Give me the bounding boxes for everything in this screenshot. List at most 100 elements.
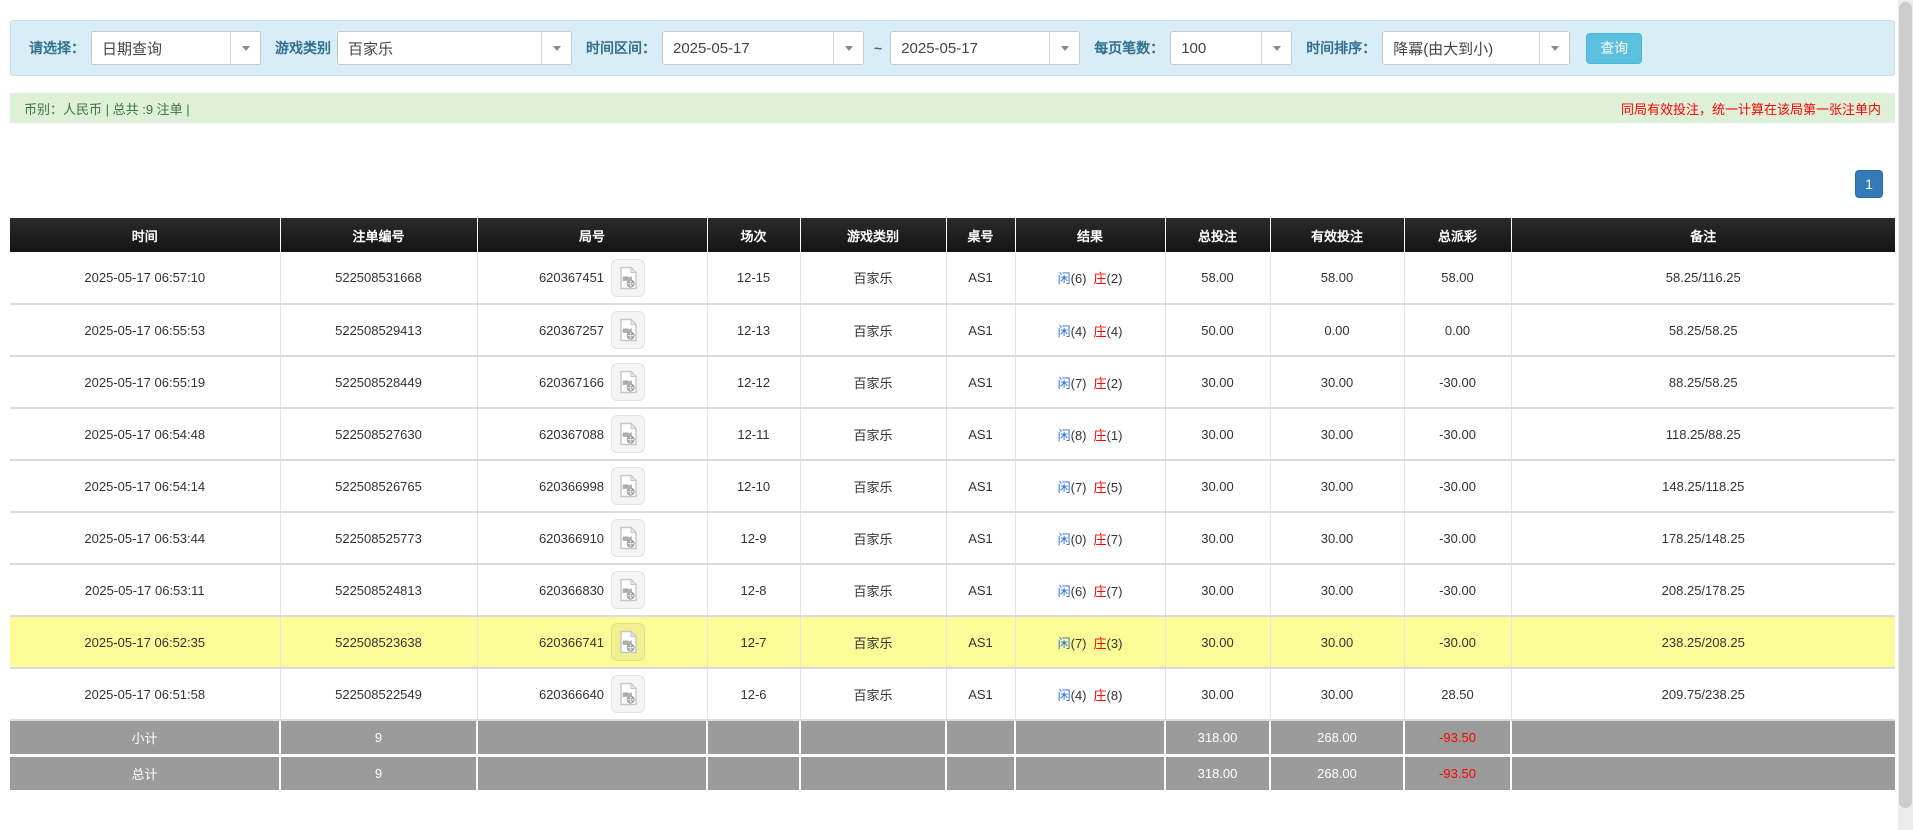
date-from-dropdown[interactable]: 2025-05-17 (662, 31, 864, 65)
note: 238.25/208.25 (1511, 616, 1895, 669)
pagination: 1 (1855, 170, 1883, 198)
banker-label: 庄 (1093, 323, 1107, 339)
banker-label: 庄 (1093, 427, 1107, 443)
video-file-icon (620, 474, 638, 498)
video-replay-button[interactable] (611, 363, 646, 401)
banker-label: 庄 (1093, 271, 1107, 286)
session: 12-13 (707, 304, 801, 357)
round-number: 620367451 (538, 270, 605, 285)
scrollbar-thumb[interactable] (1899, 2, 1912, 808)
total-bet: 30.00 (1165, 512, 1271, 565)
valid-bet: 30.00 (1270, 356, 1405, 409)
table-row: 2025-05-17 06:55:53 522508529413 6203672… (10, 304, 1895, 357)
video-replay-button[interactable] (611, 415, 646, 453)
player-label: 闲 (1057, 271, 1071, 286)
total-bet: 58.00 (1165, 252, 1271, 305)
chevron-down-icon[interactable] (541, 32, 571, 64)
game-type: 百家乐 (800, 564, 947, 617)
video-replay-button[interactable] (611, 311, 646, 349)
player-score: (4) (1070, 687, 1087, 703)
banker-score: (8) (1106, 687, 1123, 703)
scrollbar[interactable] (1898, 0, 1913, 830)
player-label: 闲 (1057, 531, 1071, 547)
chevron-down-icon[interactable] (1539, 32, 1570, 64)
time-sort-label: 时间排序： (1306, 40, 1377, 56)
video-replay-button[interactable] (611, 258, 646, 297)
bet-time: 2025-05-17 06:54:14 (10, 460, 281, 513)
banker-score: (1) (1106, 427, 1123, 443)
table-number: AS1 (946, 460, 1016, 513)
page-size-dropdown[interactable]: 100 (1170, 31, 1293, 65)
col-session: 场次 (707, 218, 801, 252)
session: 12-15 (707, 252, 801, 305)
round-number: 620366910 (538, 530, 605, 546)
search-button[interactable]: 查询 (1586, 32, 1643, 64)
note: 58.25/116.25 (1511, 252, 1895, 305)
table-row: 2025-05-17 06:54:14 522508526765 6203669… (10, 460, 1895, 513)
chevron-down-icon[interactable] (833, 32, 863, 64)
valid-bet: 30.00 (1270, 616, 1405, 669)
total-bet: 30.00 (1165, 616, 1271, 669)
player-label: 闲 (1057, 375, 1071, 391)
payout: -30.00 (1404, 356, 1512, 409)
note: 209.75/238.25 (1511, 668, 1895, 721)
table-number: AS1 (946, 668, 1016, 721)
round-cell: 620367088 (477, 408, 708, 461)
bet-time: 2025-05-17 06:53:44 (10, 512, 281, 565)
table-number: AS1 (946, 408, 1016, 461)
table-number: AS1 (946, 616, 1016, 669)
currency-total-text: 币别：人民币 | 总共 :9 注单 | (24, 101, 190, 117)
payout: -30.00 (1404, 460, 1512, 513)
session: 12-12 (707, 356, 801, 409)
time-sort-dropdown[interactable]: 降冪(由大到小) (1382, 31, 1571, 65)
banker-score: (2) (1106, 375, 1123, 391)
table-number: AS1 (946, 356, 1016, 409)
table-number: AS1 (946, 252, 1016, 305)
video-replay-button[interactable] (611, 467, 646, 505)
col-note: 备注 (1511, 218, 1895, 252)
table-number: AS1 (946, 304, 1016, 357)
result-cell: 闲(6) 庄(7) (1015, 564, 1166, 617)
player-score: (8) (1070, 427, 1087, 443)
round-cell: 620366998 (477, 460, 708, 513)
video-replay-button[interactable] (611, 519, 646, 557)
subtotal-count: 9 (280, 720, 478, 757)
round-number: 620366640 (538, 686, 605, 702)
col-payout: 总派彩 (1404, 218, 1512, 252)
page-1-button[interactable]: 1 (1855, 170, 1883, 198)
bet-id: 522508523638 (280, 616, 478, 669)
table-row: 2025-05-17 06:55:19 522508528449 6203671… (10, 356, 1895, 409)
payout: -30.00 (1404, 512, 1512, 565)
session: 12-8 (707, 564, 801, 617)
payout: -30.00 (1404, 616, 1512, 669)
bet-time: 2025-05-17 06:51:58 (10, 668, 281, 721)
col-table: 桌号 (946, 218, 1016, 252)
player-score: (7) (1070, 635, 1087, 651)
query-type-dropdown[interactable]: 日期查询 (91, 31, 261, 65)
total-bet: 30.00 (1165, 356, 1271, 409)
total-valid-bet: 268.00 (1270, 755, 1405, 793)
player-score: (4) (1070, 323, 1087, 339)
video-replay-button[interactable] (611, 571, 646, 609)
date-to-dropdown[interactable]: 2025-05-17 (890, 31, 1081, 65)
player-label: 闲 (1057, 687, 1071, 703)
chevron-down-icon[interactable] (230, 32, 260, 64)
round-cell: 620366910 (477, 512, 708, 565)
query-type-label: 请选择： (29, 40, 85, 56)
video-file-icon (620, 630, 638, 654)
round-number: 620367257 (538, 322, 605, 338)
video-replay-button[interactable] (611, 623, 646, 661)
video-replay-button[interactable] (611, 675, 646, 713)
session: 12-11 (707, 408, 801, 461)
chevron-down-icon[interactable] (1261, 32, 1292, 64)
chevron-down-icon[interactable] (1049, 32, 1080, 64)
player-label: 闲 (1057, 427, 1071, 443)
valid-bet: 30.00 (1270, 564, 1405, 617)
bet-time: 2025-05-17 06:54:48 (10, 408, 281, 461)
banker-score: (4) (1106, 323, 1123, 339)
page-size-value: 100 (1181, 39, 1207, 57)
game-type-dropdown[interactable]: 百家乐 (337, 31, 572, 65)
game-type: 百家乐 (800, 304, 947, 357)
video-file-icon (620, 526, 638, 550)
query-type-value: 日期查询 (102, 40, 163, 58)
